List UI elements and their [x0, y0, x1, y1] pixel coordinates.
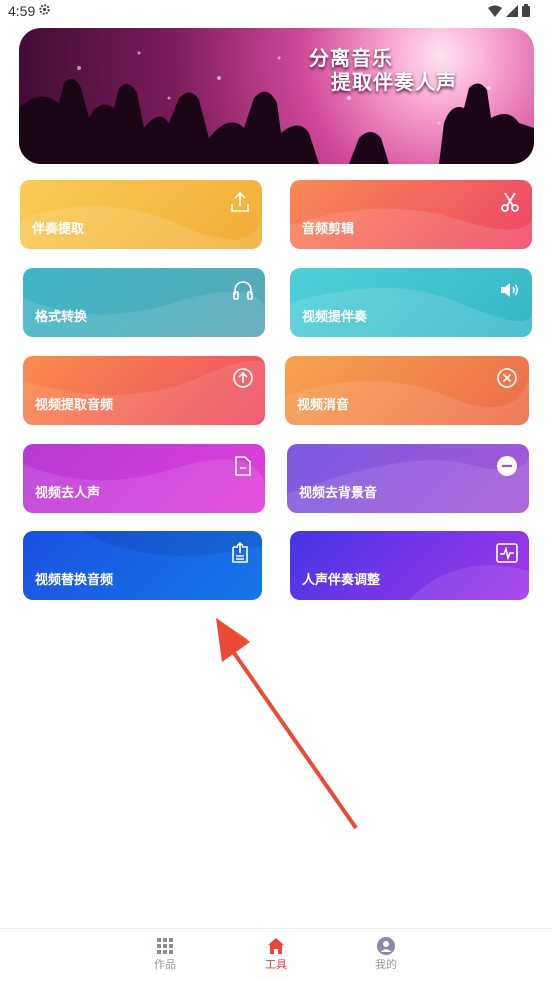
- tool-card-video-extract-audio[interactable]: 视频提取音频: [23, 356, 265, 425]
- tool-card-label: 格式转换: [35, 309, 88, 324]
- file-upload-icon: [232, 541, 248, 563]
- wifi-icon: [488, 5, 502, 17]
- tool-card-label: 音频剪辑: [302, 221, 355, 236]
- nav-item-tools[interactable]: 工具: [246, 937, 306, 972]
- tool-card-vocal-accompaniment-adjust[interactable]: 人声伴奏调整: [290, 531, 529, 600]
- promo-banner[interactable]: 分离音乐 提取伴奏人声: [19, 28, 534, 164]
- tool-card-label: 视频提伴奏: [302, 309, 368, 324]
- user-icon: [377, 937, 395, 955]
- status-bar: 4:59: [0, 0, 552, 24]
- file-minus-icon: [235, 456, 251, 476]
- nav-item-mine[interactable]: 我的: [356, 937, 416, 972]
- tool-card-label: 视频消音: [297, 397, 350, 412]
- tool-card-label: 视频去背景音: [299, 485, 378, 500]
- nav-label: 作品: [154, 959, 176, 971]
- close-circle-icon: [497, 368, 517, 388]
- status-time: 4:59: [8, 3, 36, 19]
- tool-card-audio-clip[interactable]: 音频剪辑: [290, 180, 532, 249]
- battery-icon: [522, 4, 530, 17]
- tool-card-label: 视频去人声: [35, 485, 101, 500]
- upload-icon: [231, 191, 249, 212]
- arrow-up-circle-icon: [233, 368, 253, 388]
- headphones-icon: [233, 281, 253, 300]
- tool-card-video-remove-vocals[interactable]: 视频去人声: [23, 444, 265, 513]
- tool-card-format-convert[interactable]: 格式转换: [23, 268, 265, 337]
- scissors-icon: [501, 192, 519, 212]
- minus-circle-icon: [497, 456, 517, 476]
- tool-card-video-accompaniment[interactable]: 视频提伴奏: [290, 268, 532, 337]
- concert-silhouette-image: [19, 51, 534, 164]
- tool-card-label: 视频提取音频: [35, 397, 114, 412]
- home-icon: [268, 938, 284, 954]
- bottom-navigation: 作品 工具 我的: [0, 928, 552, 982]
- settings-gear-icon: [39, 4, 50, 15]
- signal-icon: [506, 4, 518, 17]
- waveform-box-icon: [496, 543, 518, 563]
- tool-card-label: 伴奏提取: [32, 221, 85, 236]
- tool-card-video-replace-audio[interactable]: 视频替换音频: [23, 531, 262, 600]
- tool-card-label: 视频替换音频: [35, 572, 114, 587]
- tool-card-label: 人声伴奏调整: [302, 572, 381, 587]
- tool-card-video-remove-bgm[interactable]: 视频去背景音: [287, 444, 529, 513]
- speaker-icon: [501, 283, 519, 297]
- nav-item-works[interactable]: 作品: [135, 937, 195, 972]
- tool-card-video-mute[interactable]: 视频消音: [285, 356, 529, 425]
- grid-icon: [157, 938, 173, 954]
- tool-card-accompaniment-extract[interactable]: 伴奏提取: [20, 180, 262, 249]
- nav-label: 工具: [265, 959, 287, 971]
- banner-subtitle: 提取伴奏人声: [331, 72, 457, 94]
- nav-label: 我的: [375, 959, 397, 971]
